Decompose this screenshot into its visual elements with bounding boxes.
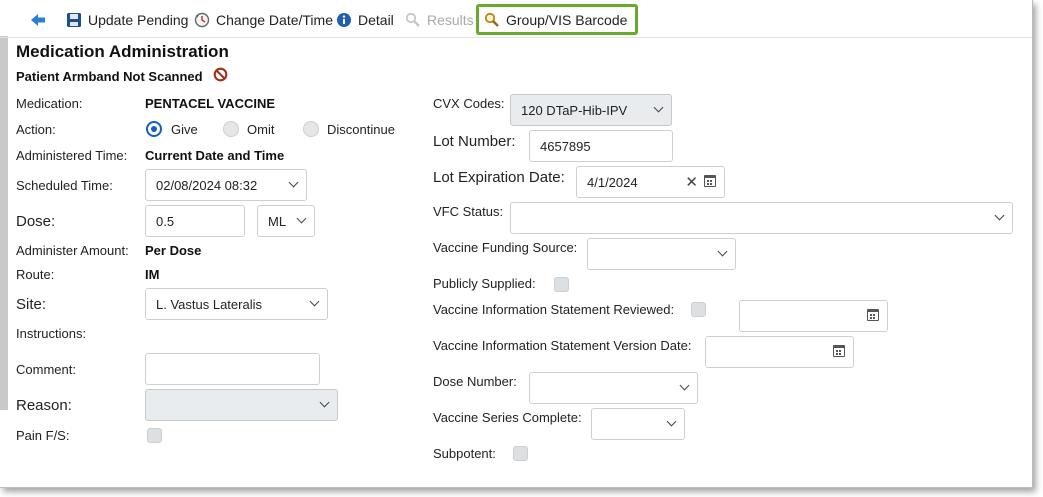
vis-reviewed-checkbox[interactable] xyxy=(691,302,706,317)
reason-label: Reason: xyxy=(16,397,72,414)
lot-expiration-date-input[interactable]: 4/1/2024 ✕ xyxy=(576,166,725,198)
calendar-icon[interactable] xyxy=(704,175,716,187)
chevron-down-icon xyxy=(288,177,299,188)
dose-number-select[interactable] xyxy=(529,372,698,404)
vfc-status-label: VFC Status: xyxy=(433,204,504,219)
publicly-supplied-label: Publicly Supplied: xyxy=(433,276,536,291)
dose-input[interactable]: 0.5 xyxy=(145,205,245,237)
info-icon xyxy=(336,12,352,28)
detail-button[interactable]: Detail xyxy=(336,9,394,31)
action-give-radio[interactable] xyxy=(146,121,162,137)
administered-time-label: Administered Time: xyxy=(16,148,128,163)
chevron-down-icon xyxy=(296,213,307,224)
floppy-disk-icon xyxy=(66,12,82,28)
chevron-down-icon xyxy=(666,416,677,427)
funding-source-label: Vaccine Funding Source: xyxy=(433,240,578,255)
pain-label: Pain F/S: xyxy=(16,428,70,443)
action-give-label: Give xyxy=(171,122,198,137)
series-complete-label: Vaccine Series Complete: xyxy=(433,410,582,425)
chevron-down-icon xyxy=(319,397,330,408)
back-button[interactable] xyxy=(30,9,46,31)
back-arrow-icon xyxy=(30,12,46,28)
route-value: IM xyxy=(145,267,160,282)
lot-expiration-label: Lot Expiration Date: xyxy=(433,169,565,186)
dose-value: 0.5 xyxy=(156,213,175,229)
medication-label: Medication: xyxy=(16,96,83,111)
magnifier-icon xyxy=(484,12,500,28)
funding-source-select[interactable] xyxy=(587,238,736,270)
left-accent-strip xyxy=(0,36,8,410)
lot-number-label: Lot Number: xyxy=(433,133,516,150)
site-value: L. Vastus Lateralis xyxy=(156,296,262,312)
vis-version-date-label: Vaccine Information Statement Version Da… xyxy=(433,338,692,353)
lot-expiration-value: 4/1/2024 xyxy=(587,174,638,190)
group-vis-barcode-label: Group/VIS Barcode xyxy=(506,11,628,28)
vis-reviewed-label: Vaccine Information Statement Reviewed: xyxy=(433,302,675,317)
publicly-supplied-checkbox[interactable] xyxy=(554,277,569,292)
pain-checkbox[interactable] xyxy=(147,428,162,443)
dose-unit-value: ML xyxy=(268,213,287,229)
cvx-codes-select[interactable]: 120 DTaP-Hib-IPV xyxy=(510,94,672,126)
action-omit-label: Omit xyxy=(247,122,275,137)
medication-value: PENTACEL VACCINE xyxy=(145,96,276,111)
lot-number-value: 4657895 xyxy=(540,138,591,154)
comment-label: Comment: xyxy=(16,362,76,377)
clock-refresh-icon xyxy=(194,12,210,28)
scheduled-time-value: 02/08/2024 08:32 xyxy=(156,177,258,193)
cvx-codes-value: 120 DTaP-Hib-IPV xyxy=(521,102,628,118)
subpotent-checkbox[interactable] xyxy=(513,446,528,461)
comment-input[interactable] xyxy=(145,353,320,385)
update-pending-button[interactable]: Update Pending xyxy=(66,9,188,31)
subpotent-label: Subpotent: xyxy=(433,446,496,461)
administered-time-value: Current Date and Time xyxy=(145,148,285,163)
series-complete-select[interactable] xyxy=(591,408,685,440)
instructions-label: Instructions: xyxy=(16,326,87,341)
action-label: Action: xyxy=(16,122,56,137)
dose-number-label: Dose Number: xyxy=(433,374,517,389)
action-omit-radio[interactable] xyxy=(223,121,239,137)
lot-number-input[interactable]: 4657895 xyxy=(529,130,673,162)
action-discontinue-radio[interactable] xyxy=(303,121,319,137)
vis-version-date-input[interactable] xyxy=(705,336,854,368)
toolbar: Update Pending Change Date/Time Detail R… xyxy=(0,0,1032,38)
chevron-down-icon xyxy=(994,210,1005,221)
dose-label: Dose: xyxy=(16,213,56,230)
scheduled-time-select[interactable]: 02/08/2024 08:32 xyxy=(145,169,307,201)
reason-select[interactable] xyxy=(145,389,338,421)
vfc-status-select[interactable] xyxy=(510,202,1013,234)
armband-warning: Patient Armband Not Scanned xyxy=(16,69,203,84)
clear-icon[interactable]: ✕ xyxy=(685,173,698,191)
vis-reviewed-date-input[interactable] xyxy=(739,300,888,332)
detail-label: Detail xyxy=(358,12,394,28)
chevron-down-icon xyxy=(679,380,690,391)
route-label: Route: xyxy=(16,267,55,282)
magnifier-icon xyxy=(405,12,421,28)
scheduled-time-label: Scheduled Time: xyxy=(16,178,113,193)
chevron-down-icon xyxy=(717,246,728,257)
update-pending-label: Update Pending xyxy=(88,12,189,28)
results-label: Results xyxy=(427,12,474,28)
change-datetime-button[interactable]: Change Date/Time xyxy=(194,9,333,31)
site-select[interactable]: L. Vastus Lateralis xyxy=(145,288,328,320)
calendar-icon[interactable] xyxy=(867,309,879,321)
administer-amount-label: Administer Amount: xyxy=(16,243,129,258)
chevron-down-icon xyxy=(309,296,320,307)
no-symbol-icon xyxy=(213,67,229,83)
group-vis-barcode-button[interactable]: Group/VIS Barcode xyxy=(476,4,639,35)
site-label: Site: xyxy=(16,296,47,313)
cvx-codes-label: CVX Codes: xyxy=(433,96,505,111)
administer-amount-value: Per Dose xyxy=(145,243,202,258)
calendar-icon[interactable] xyxy=(833,345,845,357)
change-datetime-label: Change Date/Time xyxy=(216,12,333,28)
chevron-down-icon xyxy=(653,102,664,113)
action-discontinue-label: Discontinue xyxy=(327,122,395,137)
dose-unit-select[interactable]: ML xyxy=(257,205,315,237)
results-button[interactable]: Results xyxy=(405,9,474,31)
page-title: Medication Administration xyxy=(16,42,229,61)
